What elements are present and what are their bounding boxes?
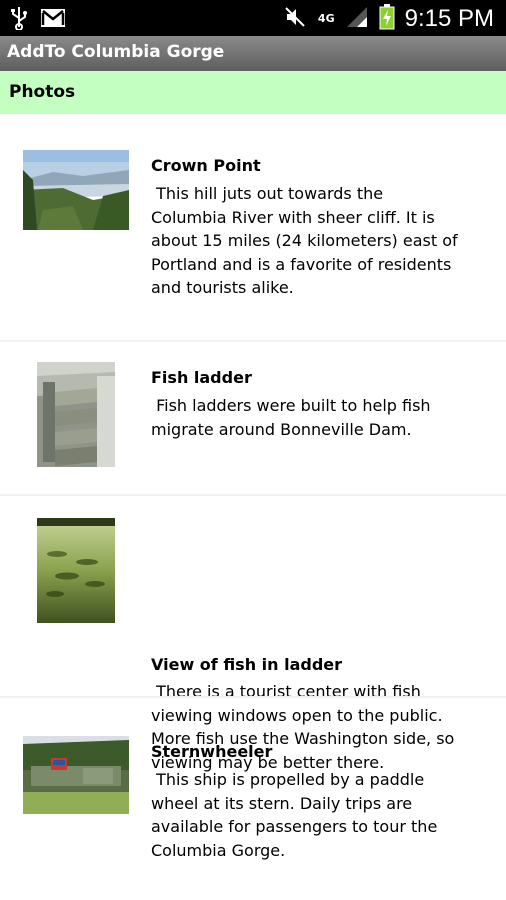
app-title: AddTo Columbia Gorge: [7, 42, 225, 62]
gmail-icon: [40, 8, 66, 32]
sternwheeler-thumbnail: [23, 736, 129, 814]
usb-icon: [10, 6, 28, 34]
battery-charging-icon: [379, 4, 395, 34]
list-item-view-of-fish[interactable]: View of fish in ladder There is a touris…: [0, 496, 506, 772]
network-type: 4G: [317, 12, 335, 25]
status-time: 9:15 PM: [404, 5, 494, 32]
item-description: This ship is propelled by a paddle wheel…: [151, 770, 438, 860]
section-header: Photos: [0, 71, 506, 114]
item-title: Fish ladder: [151, 368, 252, 387]
list-item-crown-point[interactable]: Crown Point This hill juts out towards t…: [0, 114, 506, 340]
signal-icon: [345, 5, 369, 33]
item-title: Crown Point: [151, 156, 261, 175]
status-bar: 4G 9:15 PM: [0, 0, 506, 36]
mute-icon: [284, 5, 308, 33]
fish-viewing-thumbnail: [37, 518, 115, 623]
item-description: Fish ladders were built to help fish mig…: [151, 396, 431, 439]
section-title: Photos: [9, 82, 76, 102]
list-item-sternwheeler[interactable]: Sternwheeler This ship is propelled by a…: [0, 698, 506, 900]
app-title-bar: AddTo Columbia Gorge: [0, 36, 506, 72]
crown-point-thumbnail: [23, 150, 129, 230]
item-title: Sternwheeler: [151, 742, 273, 761]
list-item-fish-ladder[interactable]: Fish ladder Fish ladders were built to h…: [0, 342, 506, 494]
fish-ladder-thumbnail: [37, 362, 115, 467]
item-title: View of fish in ladder: [151, 655, 343, 674]
item-description: This hill juts out towards the Columbia …: [151, 184, 458, 297]
